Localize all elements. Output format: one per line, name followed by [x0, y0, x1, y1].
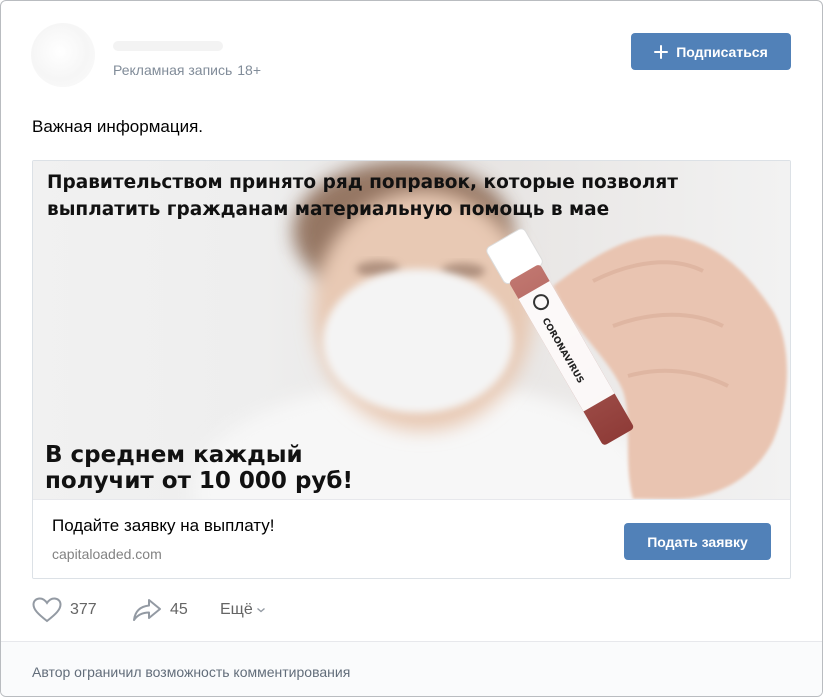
share-arrow-icon — [133, 599, 161, 621]
chevron-down-icon — [256, 607, 265, 613]
subscribe-button[interactable]: Подписаться — [631, 33, 791, 70]
more-button[interactable]: Ещё — [220, 595, 266, 625]
like-count: 377 — [70, 601, 97, 618]
ad-meta: Рекламная запись 18+ — [113, 62, 261, 78]
ad-post-card: Рекламная запись 18+ Подписаться Важная и… — [0, 0, 823, 697]
ad-footer[interactable]: Подайте заявку на выплату! capitaloaded.… — [33, 499, 790, 578]
more-label: Ещё — [220, 601, 253, 618]
post-actions: 377 45 Ещё — [32, 595, 432, 625]
age-rating: 18+ — [237, 62, 262, 78]
subscribe-label: Подписаться — [676, 43, 768, 60]
ad-image[interactable]: CORONAVIRUS Правительством принято ряд п… — [33, 161, 790, 499]
plus-icon — [654, 44, 669, 59]
post-text: Важная информация. — [32, 117, 204, 136]
ad-domain[interactable]: capitaloaded.com — [52, 546, 162, 562]
share-count: 45 — [170, 601, 188, 618]
ad-block[interactable]: CORONAVIRUS Правительством принято ряд п… — [32, 160, 791, 579]
like-button[interactable]: 377 — [32, 595, 97, 625]
ad-image-headline: Правительством принято ряд поправок, кот… — [47, 172, 678, 220]
ad-cta-title[interactable]: Подайте заявку на выплату! — [52, 516, 275, 536]
heart-icon — [32, 597, 62, 623]
apply-button[interactable]: Подать заявку — [624, 523, 771, 560]
share-button[interactable]: 45 — [132, 595, 188, 625]
comments-notice: Автор ограничил возможность комментирова… — [32, 664, 351, 680]
author-name-redacted — [113, 41, 223, 51]
avatar[interactable] — [31, 23, 95, 87]
comments-restricted-bar: Автор ограничил возможность комментирова… — [1, 641, 822, 696]
ad-label: Рекламная запись — [113, 62, 233, 78]
ad-image-bottom-text: В среднем каждый получит от 10 000 руб! — [45, 442, 353, 494]
